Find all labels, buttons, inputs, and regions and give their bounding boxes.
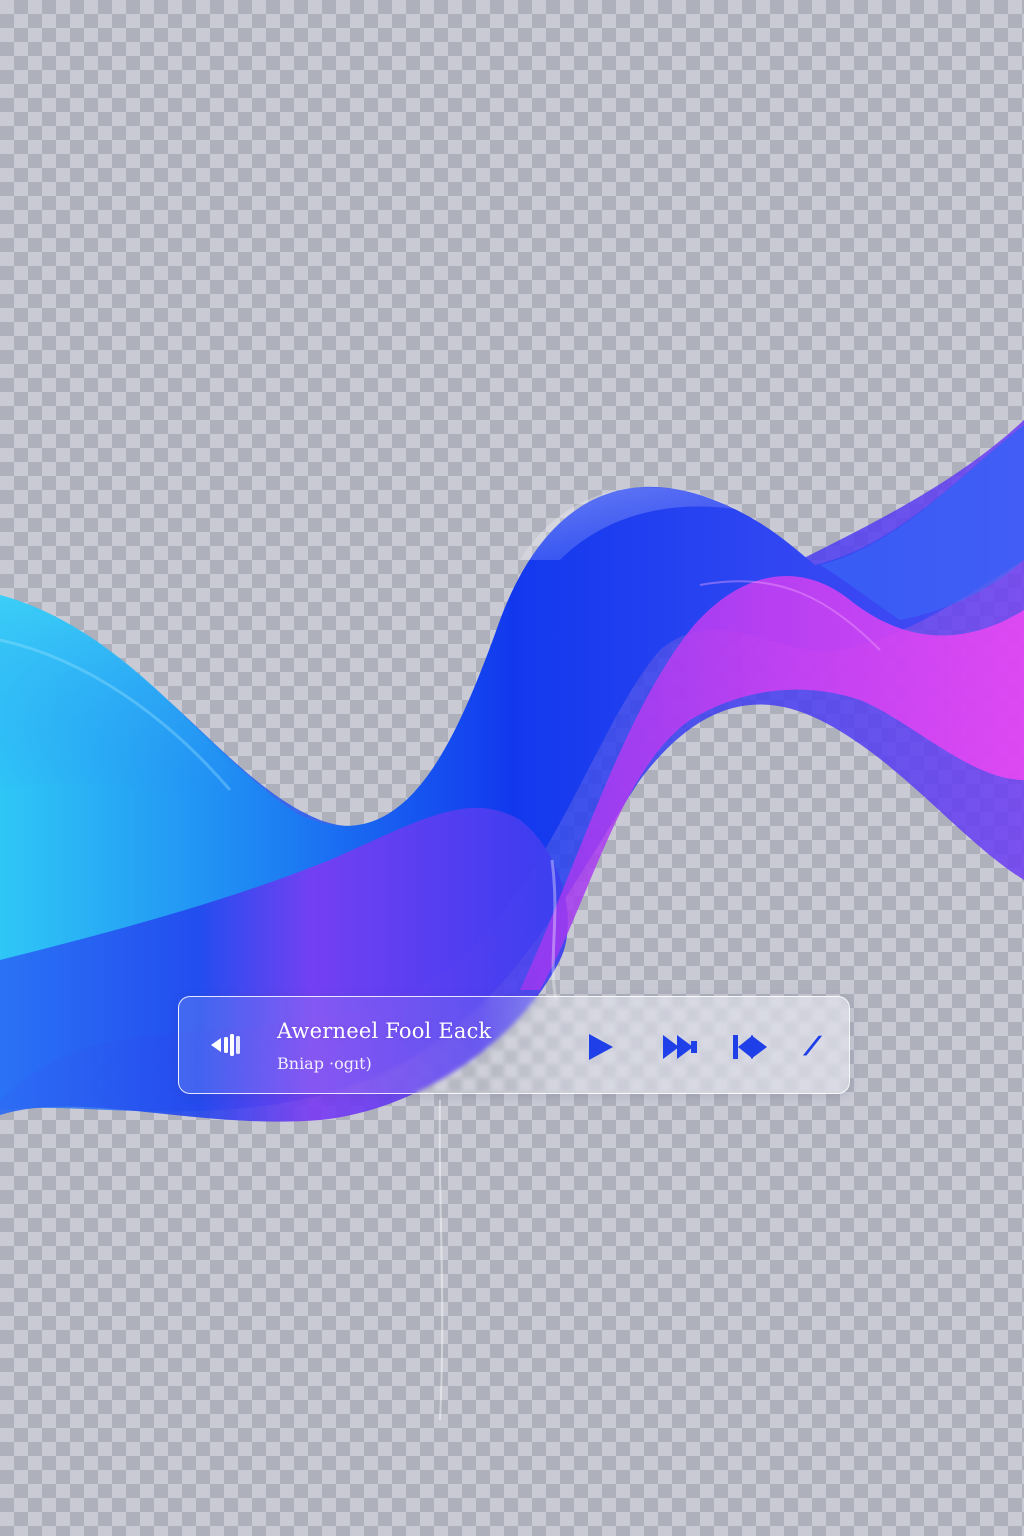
media-player-bar: Awerneel Fool Eack Bniap ·ogıt) ⁄⁄ xyxy=(178,996,850,1094)
play-icon xyxy=(589,1034,613,1060)
skip-icon xyxy=(733,1035,767,1059)
play-button[interactable] xyxy=(583,1031,615,1063)
track-subtitle: Bniap ·ogıt) xyxy=(277,1054,372,1073)
wave-background xyxy=(0,420,1024,1421)
fast-forward-icon xyxy=(663,1035,697,1059)
extra-control-button[interactable]: ⁄⁄ xyxy=(795,1031,827,1063)
fast-forward-button[interactable] xyxy=(661,1031,701,1063)
volume-icon xyxy=(211,1034,240,1056)
volume-button[interactable] xyxy=(209,1029,245,1061)
skip-button[interactable] xyxy=(731,1031,771,1063)
track-title: Awerneel Fool Eack xyxy=(277,1019,492,1043)
